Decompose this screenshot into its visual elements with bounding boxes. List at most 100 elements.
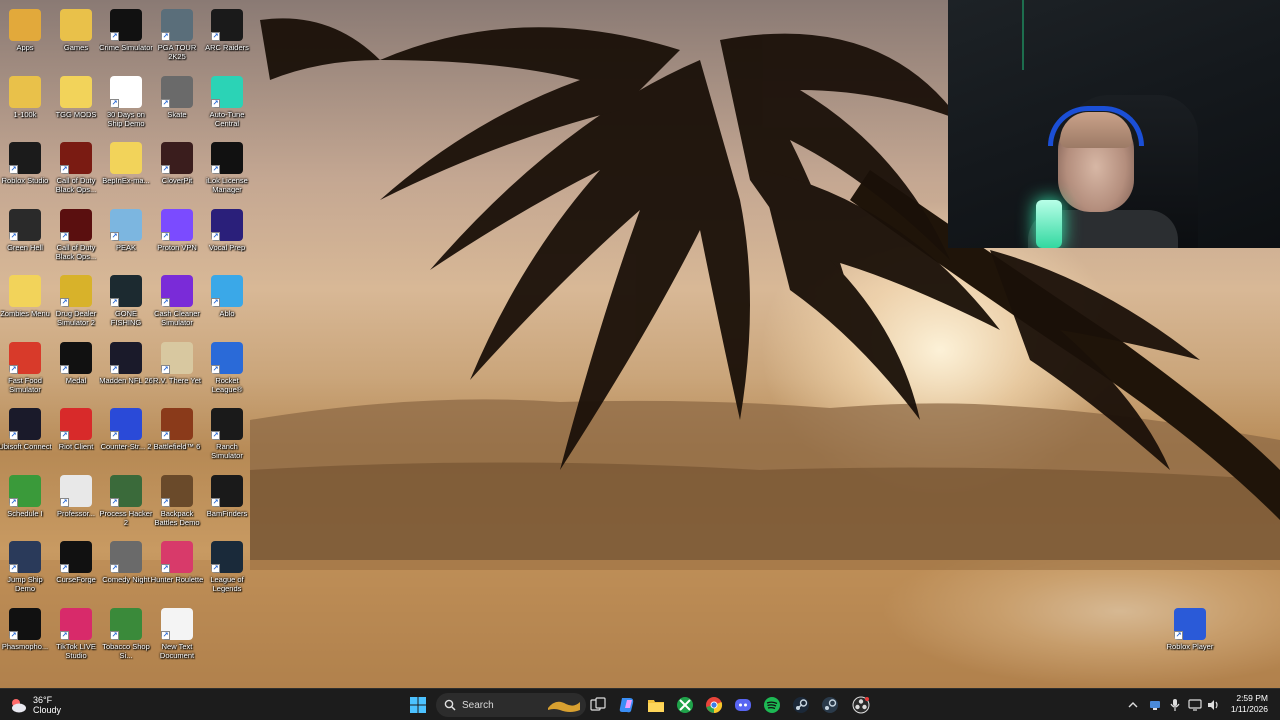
auto-tune-icon: ↗	[211, 76, 243, 108]
desktop-icon[interactable]: 1-100k	[0, 72, 50, 136]
desktop-icon[interactable]: ↗ Hunter Roulette	[151, 537, 203, 601]
desktop-icon[interactable]: ↗ Process Hacker 2	[100, 471, 152, 535]
desktop-icon[interactable]: ↗ New Text Document	[152, 604, 202, 668]
desktop-icon[interactable]: ↗ Battlefield™ 6	[152, 404, 202, 468]
league-of-legends-icon: ↗	[211, 541, 243, 573]
desktop-icon[interactable]: ↗ Roblox Player	[1165, 604, 1215, 668]
clock-time: 2:59 PM	[1236, 693, 1268, 703]
desktop-icon[interactable]: ↗ Call of Duty Black Ops...	[51, 205, 101, 269]
desktop-icon[interactable]: ↗ Auto-Tune Central	[202, 72, 252, 136]
desktop-icon[interactable]: ↗ Skate	[152, 72, 202, 136]
desktop-icon[interactable]: BepInEx-ma...	[101, 138, 151, 202]
desktop-icon[interactable]: ↗ Ubisoft Connect	[0, 404, 52, 468]
desktop-icon[interactable]: ↗ iLok License Manager	[202, 138, 252, 202]
desktop-icon[interactable]: ↗ Professor...	[51, 471, 101, 535]
shortcut-arrow-icon: ↗	[161, 498, 170, 507]
desktop-icon[interactable]: ↗ BamFinders	[202, 471, 252, 535]
desktop-icon[interactable]: ↗ Riot Client	[51, 404, 101, 468]
desktop-icon-label: Crime Simulator	[99, 43, 153, 52]
shortcut-arrow-icon: ↗	[211, 564, 220, 573]
desktop-icon[interactable]: ↗ Ablo	[202, 271, 252, 335]
taskbar-clock[interactable]: 2:59 PM 1/11/2026	[1231, 693, 1268, 715]
shortcut-arrow-icon: ↗	[110, 564, 119, 573]
desktop-icon[interactable]: ↗ PEAK	[101, 205, 151, 269]
shortcut-arrow-icon: ↗	[161, 365, 170, 374]
weather-widget[interactable]: 36°F Cloudy	[8, 692, 88, 718]
desktop-icon-label: PEAK	[115, 243, 136, 252]
desktop-icon[interactable]: ↗ CurseForge	[51, 537, 101, 601]
desktop-icon-label: Battlefield™ 6	[153, 442, 201, 451]
weather-temperature: 36°F	[33, 694, 53, 705]
windows-start-icon[interactable]	[406, 693, 430, 717]
desktop-icon-label: 30 Days on Ship Demo	[107, 110, 145, 128]
desktop-icon-label: Backpack Battles Demo	[154, 509, 200, 527]
steam-icon[interactable]	[789, 693, 813, 717]
obs-icon[interactable]	[849, 693, 873, 717]
taskbar-search-box[interactable]: Search	[436, 693, 586, 717]
microphone-icon[interactable]	[1168, 698, 1182, 712]
desktop-icon[interactable]: ↗ Vocal Prep	[202, 205, 252, 269]
desktop-icon[interactable]: ↗ Jump Ship Demo	[0, 537, 50, 601]
desktop-icon[interactable]: ↗ ARC Raiders	[202, 5, 252, 69]
counter-strike-icon: ↗	[110, 408, 142, 440]
desktop-icon[interactable]: TGG MODS	[51, 72, 101, 136]
desktop-icon-label: Counter-Str... 2	[100, 442, 152, 451]
desktop-icon[interactable]: ↗ Drug Dealer Simulator 2	[51, 271, 101, 335]
desktop-icon[interactable]: ↗ Rocket League®	[202, 338, 252, 402]
chrome-icon[interactable]	[702, 693, 726, 717]
desktop-icon[interactable]: ↗ Fast Food Simulator	[0, 338, 50, 402]
shortcut-arrow-icon: ↗	[211, 32, 220, 41]
desktop-icon[interactable]: ↗ Ranch Simulator	[202, 404, 252, 468]
rocket-league-icon: ↗	[211, 342, 243, 374]
desktop-icon[interactable]: ↗ Green Hell	[0, 205, 50, 269]
desktop-icon[interactable]: ↗ Medal	[51, 338, 101, 402]
chevron-up-icon[interactable]	[1126, 698, 1140, 712]
desktop-icon[interactable]: ↗ League of Legends	[202, 537, 252, 601]
monitor-icon[interactable]	[1188, 698, 1202, 712]
background-light	[1022, 0, 1024, 70]
network-icon[interactable]	[1148, 698, 1162, 712]
desktop-icon[interactable]: ↗ Tobacco Shop Si...	[101, 604, 151, 668]
shortcut-arrow-icon: ↗	[110, 99, 119, 108]
folder-apps-icon	[9, 9, 41, 41]
copilot-icon[interactable]	[615, 693, 639, 717]
jump-ship-icon: ↗	[9, 541, 41, 573]
hunter-roulette-icon: ↗	[161, 541, 193, 573]
desktop-icon-label: iLok License Manager	[206, 176, 248, 194]
tiktok-live-icon: ↗	[60, 608, 92, 640]
desktop-icon[interactable]: ↗ GONE FISHING	[101, 271, 151, 335]
task-view-icon[interactable]	[586, 693, 610, 717]
desktop-icon-label: League of Legends	[210, 575, 244, 593]
desktop-icon-label: 1-100k	[13, 110, 37, 119]
desktop-icon[interactable]: ↗ Comedy Night	[101, 537, 151, 601]
shortcut-arrow-icon: ↗	[110, 298, 119, 307]
desktop-icon[interactable]: ↗ R.V. There Yet	[152, 338, 202, 402]
ranch-simulator-icon: ↗	[211, 408, 243, 440]
desktop-icon[interactable]: ↗ Madden NFL 26	[99, 338, 153, 402]
discord-icon[interactable]	[731, 693, 755, 717]
desktop-icon[interactable]: Games	[51, 5, 101, 69]
desktop-icon[interactable]: Apps	[0, 5, 50, 69]
desktop-icon[interactable]: ↗ Crime Simulator	[99, 5, 153, 69]
steam-icon-2[interactable]	[818, 693, 842, 717]
desktop-icon[interactable]: ↗ Backpack Battles Demo	[152, 471, 202, 535]
desktop-icon[interactable]: ↗ Roblox Studio	[0, 138, 50, 202]
desktop-icon[interactable]: ↗ 30 Days on Ship Demo	[101, 72, 151, 136]
xbox-icon[interactable]	[673, 693, 697, 717]
desktop-icon[interactable]: ↗ Schedule I	[0, 471, 50, 535]
desktop-icon[interactable]: ↗ Proton VPN	[152, 205, 202, 269]
shortcut-arrow-icon: ↗	[9, 232, 18, 241]
proton-vpn-icon: ↗	[161, 209, 193, 241]
desktop-icon[interactable]: ↗ Call of Duty Black Ops...	[51, 138, 101, 202]
shortcut-arrow-icon: ↗	[161, 165, 170, 174]
desktop-icon[interactable]: ↗ Phasmopho...	[0, 604, 50, 668]
spotify-icon[interactable]	[760, 693, 784, 717]
desktop-icon[interactable]: ↗ PGA TOUR 2K25	[152, 5, 202, 69]
volume-icon[interactable]	[1206, 698, 1220, 712]
desktop-icon[interactable]: ↗ TikTok LIVE Studio	[51, 604, 101, 668]
file-explorer-icon[interactable]	[644, 693, 668, 717]
desktop-icon[interactable]: ↗ CloverPit	[152, 138, 202, 202]
desktop-icon[interactable]: Zombies Menu	[0, 271, 50, 335]
desktop-icon[interactable]: ↗ Counter-Str... 2	[101, 404, 151, 468]
desktop-icon[interactable]: ↗ Cash Cleaner Simulator	[152, 271, 202, 335]
